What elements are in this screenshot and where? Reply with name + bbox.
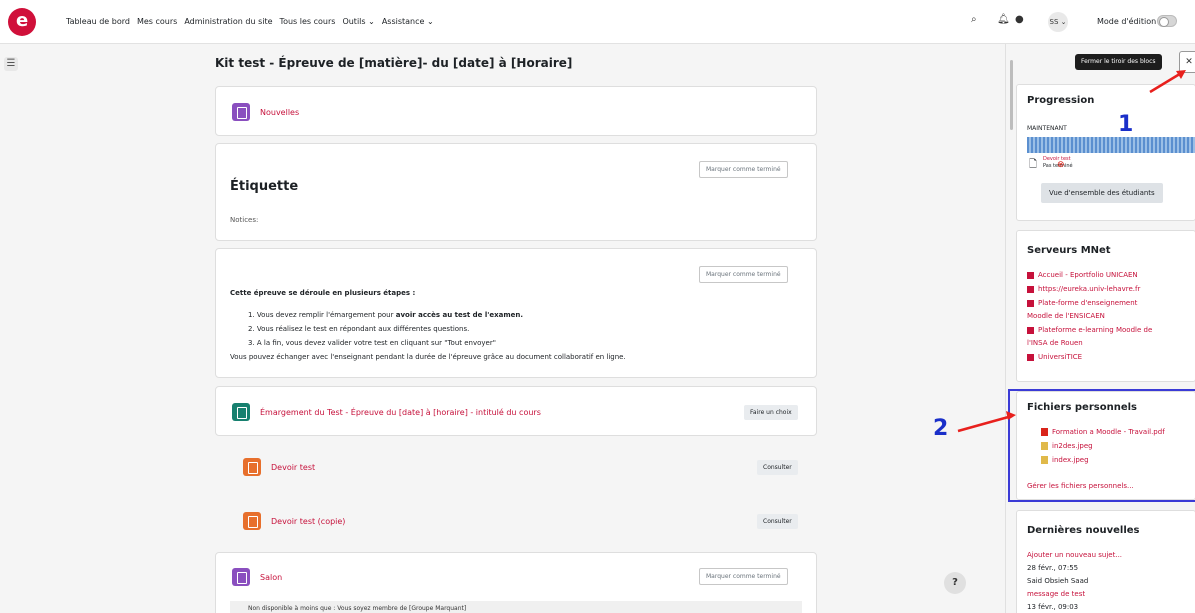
activity-assign-2: Devoir test (copie) Consulter bbox=[226, 498, 817, 544]
salon-link[interactable]: Salon bbox=[260, 573, 282, 582]
nav-site-admin[interactable]: Administration du site bbox=[184, 17, 272, 26]
steps-intro: Cette épreuve se déroule en plusieurs ét… bbox=[230, 289, 416, 297]
mark-done-button[interactable]: Marquer comme terminé bbox=[699, 568, 788, 585]
mnet-link-2-label: https://eureka.univ-lehavre.fr bbox=[1038, 285, 1141, 293]
step-1-text: 1. Vous devez remplir l'émargement pour bbox=[248, 311, 396, 319]
mnet-block: Serveurs MNet Accueil - Eportfolio UNICA… bbox=[1016, 230, 1195, 382]
step-1: 1. Vous devez remplir l'émargement pour … bbox=[248, 311, 523, 319]
mnet-link-4-cont[interactable]: l'INSA de Rouen bbox=[1027, 339, 1083, 347]
activity-assign-1: Devoir test Consulter bbox=[226, 444, 817, 490]
help-button[interactable]: ? bbox=[944, 572, 966, 594]
activity-choice: Émargement du Test - Épreuve du [date] à… bbox=[215, 386, 817, 436]
nav-all-courses[interactable]: Tous les cours bbox=[280, 17, 336, 26]
activity-news: Nouvelles bbox=[215, 86, 817, 136]
forum-icon bbox=[232, 103, 250, 121]
mnet-link-2[interactable]: https://eureka.univ-lehavre.fr bbox=[1027, 285, 1140, 293]
news-date: 28 févr., 07:55 bbox=[1027, 564, 1079, 572]
server-icon bbox=[1027, 353, 1034, 361]
server-icon bbox=[1027, 285, 1034, 293]
cross-icon: ⊗ bbox=[1057, 160, 1065, 170]
search-icon[interactable]: ⌕ bbox=[971, 14, 977, 25]
mnet-link-4-label: Plateforme e-learning Moodle de bbox=[1038, 326, 1153, 334]
edit-mode-label: Mode d'édition bbox=[1097, 17, 1157, 26]
instructions-card: Marquer comme terminé Cette épreuve se d… bbox=[215, 248, 817, 378]
files-highlight-box bbox=[1008, 389, 1195, 502]
notices-text: Notices: bbox=[230, 216, 259, 224]
nav-dashboard[interactable]: Tableau de bord bbox=[66, 17, 130, 26]
user-controls: ⌕ 🔔︎ ● SS ⌄ Mode d'édition bbox=[965, 12, 1195, 32]
progress-title: Progression bbox=[1027, 95, 1095, 106]
activity-chat: Salon Marquer comme terminé Non disponib… bbox=[215, 552, 817, 613]
page-title: Kit test - Épreuve de [matière]- du [dat… bbox=[215, 56, 573, 70]
step-3: 3. A la fin, vous devez valider votre te… bbox=[248, 339, 496, 347]
now-label: MAINTENANT bbox=[1027, 125, 1067, 132]
nav-my-courses[interactable]: Mes cours bbox=[137, 17, 177, 26]
add-topic-link[interactable]: Ajouter un nouveau sujet... bbox=[1027, 551, 1122, 559]
mnet-link-5[interactable]: UniversiTICE bbox=[1027, 353, 1082, 361]
drawer-scrollbar[interactable] bbox=[1010, 60, 1013, 130]
mnet-link-4[interactable]: Plateforme e-learning Moodle de bbox=[1027, 326, 1152, 334]
annotation-number-2: 2 bbox=[933, 416, 949, 441]
close-drawer-button[interactable]: ✕ bbox=[1179, 51, 1195, 73]
progress-block: Progression MAINTENANT 🗋︎ Devoir test Pa… bbox=[1016, 84, 1195, 221]
annotation-number-1: 1 bbox=[1118, 112, 1134, 137]
nav-help[interactable]: Assistance ⌄ bbox=[382, 17, 434, 26]
mark-done-button[interactable]: Marquer comme terminé bbox=[699, 161, 788, 178]
mnet-link-3-label: Plate-forme d'enseignement bbox=[1038, 299, 1138, 307]
nav-tools[interactable]: Outils ⌄ bbox=[342, 17, 374, 26]
news-title: Dernières nouvelles bbox=[1027, 525, 1140, 536]
students-overview-button[interactable]: Vue d'ensemble des étudiants bbox=[1041, 183, 1163, 203]
file-icon: 🗋︎ bbox=[1029, 159, 1038, 170]
mnet-link-3-cont[interactable]: Moodle de l'ENSICAEN bbox=[1027, 312, 1105, 320]
assign-1-link[interactable]: Devoir test bbox=[271, 463, 315, 472]
assign-icon bbox=[243, 458, 261, 476]
edit-mode-toggle[interactable] bbox=[1157, 15, 1177, 27]
mnet-link-1-label: Accueil - Eportfolio UNICAEN bbox=[1038, 271, 1138, 279]
bell-icon[interactable]: 🔔︎ bbox=[997, 14, 1010, 25]
label-heading: Étiquette bbox=[230, 179, 299, 194]
mnet-link-5-label: UniversiTICE bbox=[1038, 353, 1083, 361]
server-icon bbox=[1027, 271, 1034, 279]
site-logo[interactable] bbox=[8, 8, 36, 36]
label-card: Marquer comme terminé Étiquette Notices: bbox=[215, 143, 817, 241]
server-icon bbox=[1027, 299, 1034, 307]
chat-activity-icon bbox=[232, 568, 250, 586]
exchange-text: Vous pouvez échanger avec l'enseignant p… bbox=[230, 353, 626, 361]
news-date-2: 13 févr., 09:03 bbox=[1027, 603, 1079, 611]
consult-button[interactable]: Consulter bbox=[757, 460, 798, 475]
news-link[interactable]: Nouvelles bbox=[260, 108, 299, 117]
mnet-title: Serveurs MNet bbox=[1027, 245, 1111, 256]
mnet-link-3[interactable]: Plate-forme d'enseignement bbox=[1027, 299, 1137, 307]
news-author: Said Obsieh Saad bbox=[1027, 577, 1089, 585]
primary-nav: Tableau de bord Mes cours Administration… bbox=[66, 17, 434, 26]
arrow-2-line bbox=[957, 414, 1013, 433]
step-2: 2. Vous réalisez le test en répondant au… bbox=[248, 325, 470, 333]
assign-icon bbox=[243, 512, 261, 530]
choice-icon bbox=[232, 403, 250, 421]
close-drawer-tooltip: Fermer le tiroir des blocs bbox=[1075, 54, 1162, 70]
assign-2-link[interactable]: Devoir test (copie) bbox=[271, 517, 345, 526]
avatar[interactable]: SS ⌄ bbox=[1048, 12, 1068, 32]
course-index-toggle[interactable]: ☰ bbox=[4, 57, 18, 71]
progress-bar[interactable] bbox=[1027, 137, 1195, 153]
step-1-bold: avoir accès au test de l'examen. bbox=[395, 311, 524, 319]
make-choice-button[interactable]: Faire un choix bbox=[744, 405, 798, 420]
chat-icon[interactable]: ● bbox=[1015, 14, 1024, 25]
mnet-link-1[interactable]: Accueil - Eportfolio UNICAEN bbox=[1027, 271, 1138, 279]
choice-link[interactable]: Émargement du Test - Épreuve du [date] à… bbox=[260, 408, 541, 417]
top-navbar: Tableau de bord Mes cours Administration… bbox=[0, 0, 1195, 44]
news-message-link[interactable]: message de test bbox=[1027, 590, 1085, 598]
latest-news-block: Dernières nouvelles Ajouter un nouveau s… bbox=[1016, 510, 1195, 613]
restriction-notice: Non disponible à moins que : Vous soyez … bbox=[230, 601, 802, 613]
consult-button[interactable]: Consulter bbox=[757, 514, 798, 529]
server-icon bbox=[1027, 326, 1034, 334]
mark-done-button[interactable]: Marquer comme terminé bbox=[699, 266, 788, 283]
